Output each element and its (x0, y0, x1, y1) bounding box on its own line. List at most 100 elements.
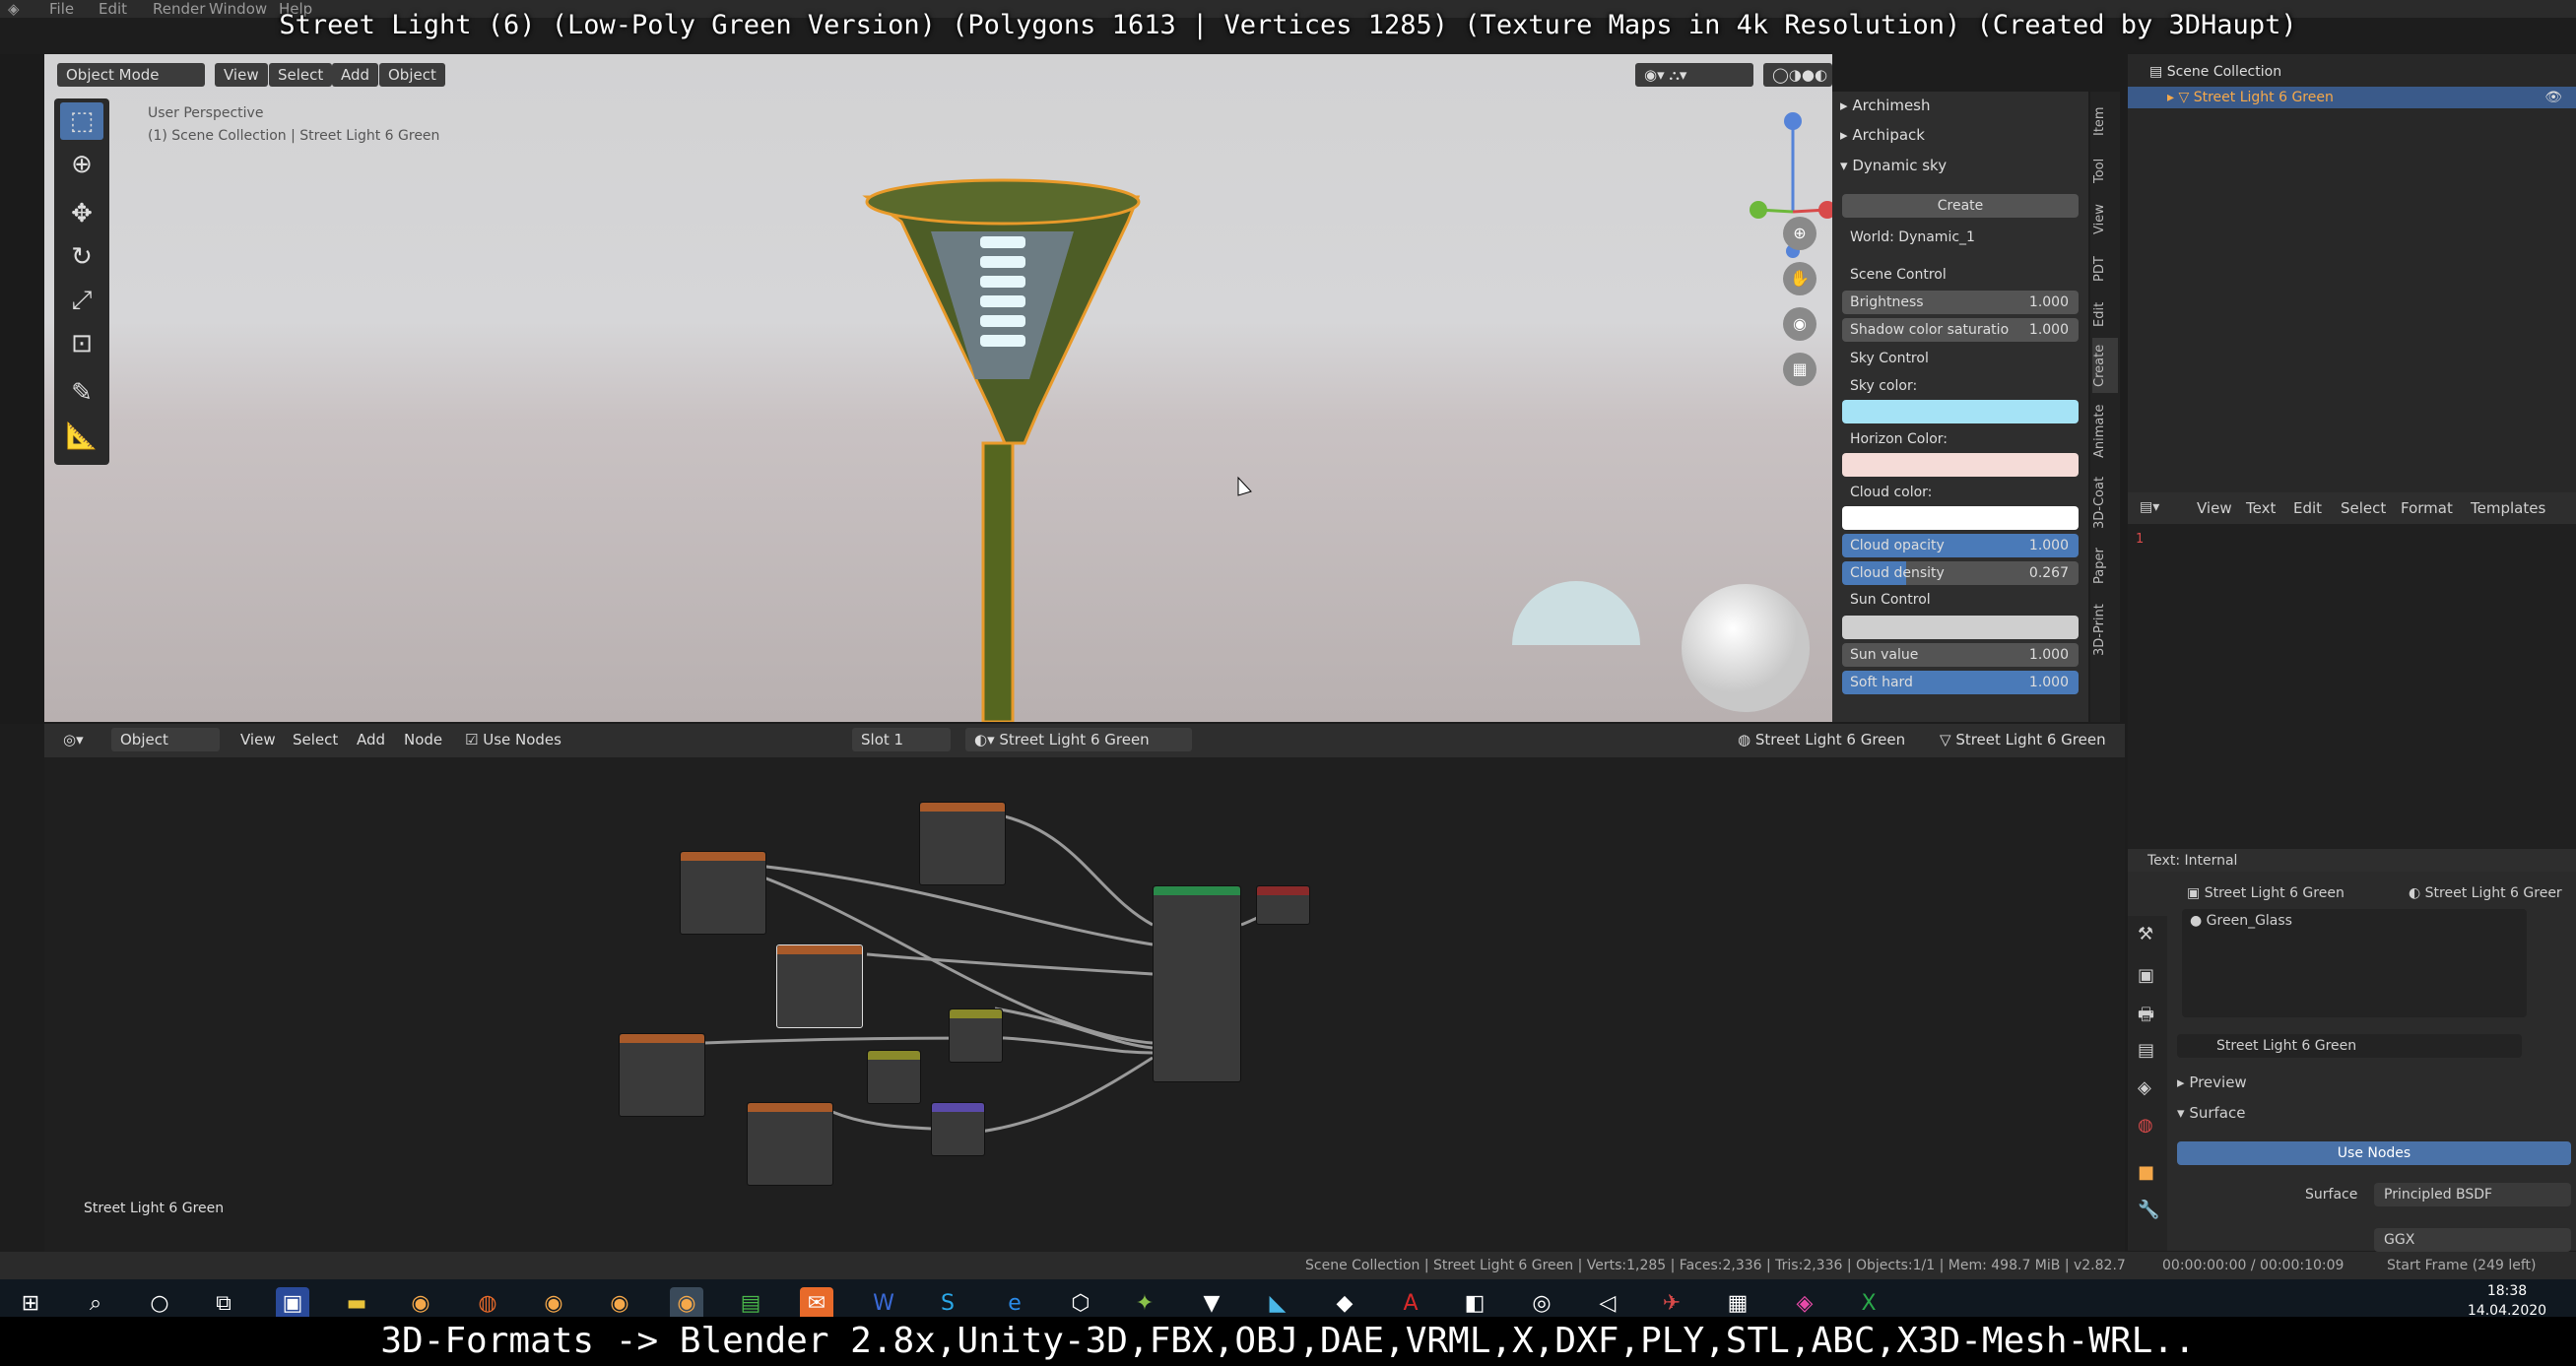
save-app-icon[interactable]: ▣ (276, 1287, 309, 1321)
cursor-icon[interactable]: ⊕ (60, 146, 103, 183)
node-menu-view[interactable]: View (231, 728, 285, 751)
tab-3d-print[interactable]: 3D-Print (2092, 598, 2118, 663)
section-dynamic-sky[interactable]: ▾ Dynamic sky (1840, 157, 1947, 174)
visibility-eye-icon[interactable]: 👁 (2544, 87, 2562, 108)
edge-icon[interactable]: e (998, 1287, 1031, 1321)
node-texture-5[interactable] (747, 1102, 833, 1186)
zoom-icon[interactable]: ⊕ (1783, 217, 1816, 250)
tab-animate[interactable]: Animate (2092, 399, 2118, 464)
transform-icon[interactable]: ⊡ (60, 325, 103, 362)
outlook-icon[interactable]: ✉ (800, 1287, 833, 1321)
search-icon[interactable]: ⌕ (79, 1287, 112, 1321)
node-menu-select[interactable]: Select (284, 728, 347, 751)
task-view-icon[interactable]: ⧉ (207, 1287, 240, 1321)
street-light-model[interactable] (44, 54, 1832, 722)
tab-edit[interactable]: Edit (2092, 294, 2118, 334)
tab-tool[interactable]: Tool (2092, 151, 2118, 190)
section-archipack[interactable]: ▸ Archipack (1840, 126, 1925, 144)
use-nodes-checkbox[interactable]: ☑ Use Nodes (456, 728, 570, 751)
scene-icon[interactable]: ◈ (2138, 1077, 2151, 1098)
select-box-icon[interactable]: ⬚ (60, 102, 103, 140)
node-texture-1[interactable] (919, 802, 1006, 885)
tab-item[interactable]: Item (2092, 101, 2118, 141)
material-slot-list[interactable]: ● Green_Glass (2182, 909, 2527, 1017)
text-menu-format[interactable]: Format (2401, 499, 2453, 517)
unity-icon[interactable]: ◧ (1458, 1287, 1491, 1321)
surface-shader-selector[interactable]: Principled BSDF (2374, 1183, 2571, 1206)
shadow-saturation-field[interactable]: Shadow color saturatio 1.000 (1842, 318, 2079, 342)
node-material-output[interactable] (1256, 885, 1310, 925)
3d-viewport[interactable]: User Perspective (1) Scene Collection | … (44, 54, 1836, 722)
brightness-field[interactable]: Brightness 1.000 (1842, 291, 2079, 314)
material-slot-green-glass[interactable]: ● Green_Glass (2190, 913, 2292, 929)
firefox-icon[interactable]: ◍ (471, 1287, 504, 1321)
sun-value-field[interactable]: Sun value 1.000 (1842, 643, 2079, 667)
app-icon-e[interactable]: ◎ (1525, 1287, 1558, 1321)
calculator-icon[interactable]: ▦ (1721, 1287, 1754, 1321)
outliner-scene-collection[interactable]: ▤ Scene Collection (2149, 64, 2281, 80)
use-nodes-button[interactable]: Use Nodes (2177, 1141, 2571, 1165)
modifier-icon[interactable]: 🔧 (2138, 1200, 2159, 1220)
tab-create[interactable]: Create (2092, 338, 2118, 393)
app-icon-f[interactable]: ◁ (1591, 1287, 1624, 1321)
cloud-color-swatch[interactable] (1842, 506, 2079, 530)
node-object-dropdown[interactable]: Object (111, 728, 220, 751)
sky-color-swatch[interactable] (1842, 400, 2079, 423)
rotate-icon[interactable]: ↻ (60, 238, 103, 276)
soft-hard-slider[interactable]: Soft hard 1.000 (1842, 671, 2079, 694)
file-explorer-icon[interactable]: ▬ (340, 1287, 373, 1321)
app-icon-b[interactable]: ▼ (1195, 1287, 1228, 1321)
app-icon-g[interactable]: ✈ (1655, 1287, 1688, 1321)
node-texture-3[interactable] (776, 944, 863, 1028)
skype-icon[interactable]: S (931, 1287, 964, 1321)
node-normal-map[interactable] (867, 1050, 921, 1104)
camera-icon[interactable]: ◉ (1783, 307, 1816, 341)
viewport-menu-add[interactable]: Add (332, 63, 379, 87)
text-menu-templates[interactable]: Templates (2471, 499, 2545, 517)
tool-settings-icon[interactable]: ⚒ (2138, 924, 2153, 944)
cortana-icon[interactable]: ○ (143, 1287, 176, 1321)
tab-view[interactable]: View (2092, 198, 2118, 241)
text-menu-text[interactable]: Text (2246, 499, 2276, 517)
node-principled-bsdf[interactable] (1153, 885, 1241, 1082)
image-app-icon[interactable]: ▤ (734, 1287, 767, 1321)
node-bump[interactable] (931, 1102, 985, 1156)
blender-app-icon-active[interactable]: ◉ (670, 1287, 703, 1321)
annotate-icon[interactable]: ✎ (60, 374, 103, 412)
horizon-color-swatch[interactable] (1842, 453, 2079, 477)
tab-paper[interactable]: Paper (2092, 541, 2118, 592)
viewport-menu-object[interactable]: Object (379, 63, 445, 87)
node-right-object[interactable]: ◍ Street Light 6 Green (1729, 728, 1914, 751)
overlay-buttons[interactable]: ◉▾ ⛬▾ (1635, 63, 1753, 87)
node-separate[interactable] (949, 1008, 1003, 1063)
windows-start-icon[interactable]: ⊞ (14, 1287, 47, 1321)
app-icon-h[interactable]: ◈ (1788, 1287, 1821, 1321)
create-button[interactable]: Create (1842, 194, 2079, 218)
distribution-dropdown[interactable]: GGX (2374, 1228, 2571, 1252)
move-icon[interactable]: ✥ (60, 195, 103, 232)
editor-type-icon[interactable]: ▤▾ (2140, 499, 2159, 515)
tab-pdt[interactable]: PDT (2092, 249, 2118, 289)
render-icon[interactable]: ▣ (2138, 965, 2154, 986)
node-texture-4[interactable] (619, 1033, 705, 1117)
excel-icon[interactable]: X (1852, 1287, 1885, 1321)
blender-app-icon-3[interactable]: ◉ (603, 1287, 636, 1321)
shading-mode-buttons[interactable]: ◯◑●◐ (1763, 63, 1832, 87)
object-mode-dropdown[interactable]: Object Mode (57, 63, 205, 87)
view-layer-icon[interactable]: ▤ (2138, 1040, 2154, 1061)
text-menu-select[interactable]: Select (2341, 499, 2386, 517)
node-material-selector[interactable]: ◐▾ Street Light 6 Green (965, 728, 1192, 751)
node-right-mesh[interactable]: ▽ Street Light 6 Green (1931, 728, 2115, 751)
sun-color-swatch[interactable] (1842, 616, 2079, 639)
text-menu-view[interactable]: View (2197, 499, 2232, 517)
pan-hand-icon[interactable]: ✋ (1783, 262, 1816, 295)
outliner-item-street-light[interactable]: ▸ ▽ Street Light 6 Green 👁 (2128, 87, 2576, 108)
text-menu-edit[interactable]: Edit (2293, 499, 2322, 517)
viewport-menu-view[interactable]: View (215, 63, 268, 87)
acrobat-icon[interactable]: A (1394, 1287, 1427, 1321)
slot-dropdown[interactable]: Slot 1 (852, 728, 951, 751)
app-icon-d[interactable]: ◆ (1328, 1287, 1361, 1321)
cloud-density-slider[interactable]: Cloud density 0.267 (1842, 561, 2079, 585)
3d-viewer-icon[interactable]: ⬡ (1064, 1287, 1097, 1321)
blender-app-icon-2[interactable]: ◉ (537, 1287, 570, 1321)
